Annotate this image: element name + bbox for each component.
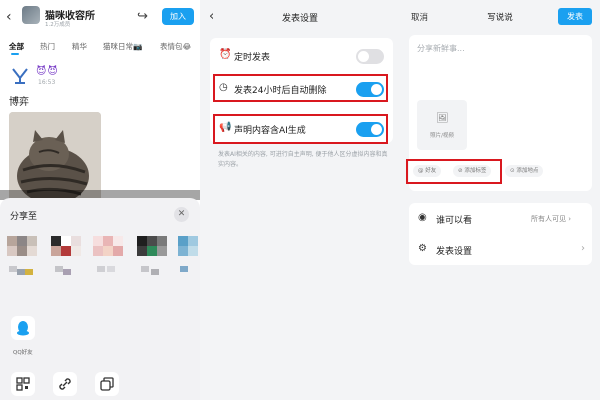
group-avatar[interactable] bbox=[22, 6, 40, 24]
who-can-see-row[interactable]: ◉ 谁可以看 所有人可见 › bbox=[409, 203, 592, 234]
publish-button[interactable]: 发表 bbox=[558, 8, 592, 25]
share-sheet: 分享至 ✕ QQ好友 bbox=[0, 198, 200, 400]
compose-panel: 取消 写说说 发表 分享新鲜事... 🖼 照片/视频 @ 好友 ⊘ 添加标签 ⊙… bbox=[400, 0, 600, 400]
qrcode-button[interactable] bbox=[11, 372, 35, 396]
copy-icon bbox=[100, 377, 114, 391]
post-time: 16:53 bbox=[38, 79, 56, 86]
qq-penguin-icon bbox=[17, 321, 29, 336]
scheduled-toggle[interactable] bbox=[356, 49, 384, 64]
community-panel: ‹ 猫咪收容所 1.2万成员 ↪ 加入 全部 热门 精华 猫咪日常📷 表情包😂 … bbox=[0, 0, 200, 400]
share-contact[interactable] bbox=[178, 236, 200, 284]
publish-settings-row[interactable]: ⚙ 发表设置 › bbox=[409, 234, 592, 265]
join-button[interactable]: 加入 bbox=[162, 8, 194, 25]
copy-link-button[interactable] bbox=[53, 372, 77, 396]
option-label: 发表设置 bbox=[436, 247, 473, 257]
tab-stickers[interactable]: 表情包😂 bbox=[160, 41, 191, 52]
highlight-box-ai-declare bbox=[213, 114, 388, 144]
publish-settings-panel: ‹ 发表设置 ⏰ 定时发表 ◷ 发表24小时后自动删除 📢 声明内容含AI生成 … bbox=[200, 0, 400, 400]
poster-name: 博弈 bbox=[9, 97, 29, 108]
back-icon[interactable]: ‹ bbox=[6, 9, 12, 25]
visibility-value: 所有人可见 › bbox=[531, 215, 572, 223]
highlight-box-auto-delete bbox=[213, 74, 388, 102]
setting-row-scheduled[interactable]: ⏰ 定时发表 bbox=[210, 42, 393, 70]
ai-declare-help-text: 发表AI相关的内容, 可进行自主声明, 便于他人区分虚拟内容和真实内容。 bbox=[218, 151, 388, 168]
more-options-button[interactable] bbox=[95, 372, 119, 396]
link-icon bbox=[59, 378, 71, 390]
tab-all[interactable]: 全部 bbox=[9, 41, 24, 52]
gear-icon: ⚙ bbox=[418, 243, 427, 254]
image-icon: 🖼 bbox=[436, 113, 449, 124]
share-contact[interactable] bbox=[137, 236, 167, 284]
community-tabs: 全部 热门 精华 猫咪日常📷 表情包😂 bbox=[0, 38, 200, 56]
alarm-clock-icon: ⏰ bbox=[219, 49, 232, 60]
compose-options-card: ◉ 谁可以看 所有人可见 › ⚙ 发表设置 › bbox=[409, 203, 592, 265]
qq-friend-button[interactable] bbox=[11, 316, 35, 340]
share-contact[interactable] bbox=[93, 236, 123, 284]
page-title: 发表设置 bbox=[281, 14, 318, 24]
add-location-chip[interactable]: ⊙ 添加地点 bbox=[505, 165, 544, 177]
group-member-count: 1.2万成员 bbox=[45, 22, 71, 28]
tab-cat-daily[interactable]: 猫咪日常📷 bbox=[103, 41, 142, 52]
tab-indicator bbox=[11, 53, 19, 55]
close-icon[interactable]: ✕ bbox=[174, 207, 189, 222]
setting-label: 定时发表 bbox=[234, 53, 271, 63]
compose-input[interactable]: 分享新鲜事... bbox=[417, 43, 465, 54]
community-header: ‹ 猫咪收容所 1.2万成员 ↪ 加入 bbox=[0, 0, 200, 38]
chevron-right-icon: › bbox=[581, 243, 585, 254]
tab-featured[interactable]: 精华 bbox=[72, 41, 87, 52]
poster-avatar[interactable] bbox=[10, 66, 30, 86]
share-icon[interactable]: ↪ bbox=[137, 9, 148, 24]
poster-badges: 😈😈 bbox=[36, 66, 59, 77]
share-contact[interactable] bbox=[51, 236, 81, 284]
qrcode-icon bbox=[16, 377, 30, 391]
add-photo-label: 照片/视频 bbox=[430, 133, 454, 139]
highlight-box-chips bbox=[406, 159, 502, 184]
eye-icon: ◉ bbox=[418, 212, 427, 223]
add-photo-button[interactable]: 🖼 照片/视频 bbox=[417, 100, 467, 150]
tab-hot[interactable]: 热门 bbox=[40, 41, 55, 52]
share-contact[interactable] bbox=[7, 236, 37, 284]
option-label: 谁可以看 bbox=[436, 216, 473, 226]
share-sheet-title: 分享至 bbox=[10, 212, 38, 222]
qq-friend-label: QQ好友 bbox=[13, 350, 33, 356]
